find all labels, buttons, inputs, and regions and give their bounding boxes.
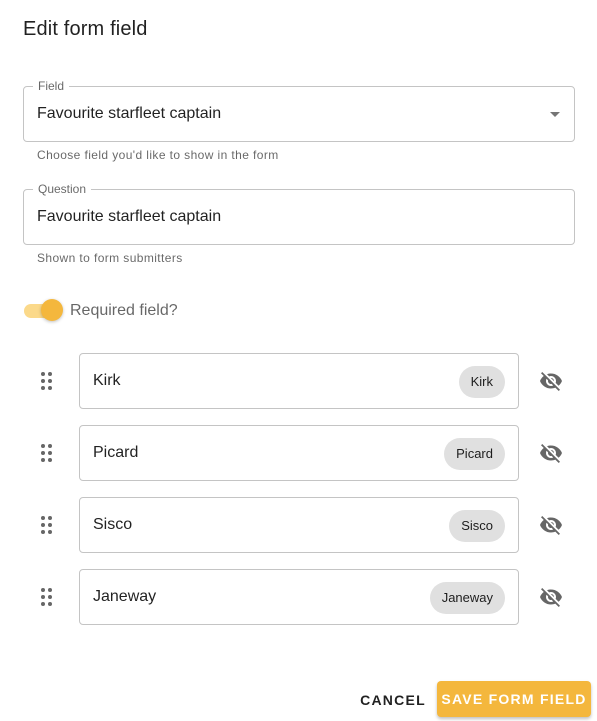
field-select-label: Field bbox=[33, 79, 70, 93]
question-input-label: Question bbox=[33, 182, 92, 196]
option-input[interactable]: Picard Picard bbox=[79, 425, 519, 481]
field-select-value: Favourite starfleet captain bbox=[37, 105, 222, 122]
switch-thumb[interactable] bbox=[41, 299, 63, 321]
eye-off-icon[interactable] bbox=[536, 438, 566, 468]
drag-handle-icon[interactable] bbox=[41, 372, 53, 390]
option-chip: Picard bbox=[444, 438, 505, 470]
option-row: Picard Picard bbox=[0, 425, 597, 481]
eye-off-icon[interactable] bbox=[536, 582, 566, 612]
drag-handle-icon[interactable] bbox=[41, 588, 53, 606]
required-field-switch[interactable] bbox=[24, 299, 63, 321]
option-text: Picard bbox=[93, 444, 139, 461]
question-input-value: Favourite starfleet captain bbox=[37, 208, 222, 225]
field-select[interactable]: Field Favourite starfleet captain bbox=[23, 79, 575, 142]
option-chip: Janeway bbox=[429, 582, 505, 614]
option-text: Sisco bbox=[93, 516, 133, 533]
option-row: Sisco Sisco bbox=[0, 497, 597, 553]
option-row: Kirk Kirk bbox=[0, 353, 597, 409]
field-select-helper: Choose field you'd like to show in the f… bbox=[37, 148, 279, 162]
option-chip: Sisco bbox=[449, 510, 505, 542]
question-input[interactable]: Question Favourite starfleet captain bbox=[23, 182, 575, 245]
question-input-helper: Shown to form submitters bbox=[37, 251, 183, 265]
required-field-switch-row: Required field? bbox=[24, 299, 178, 323]
drag-handle-icon[interactable] bbox=[41, 444, 53, 462]
eye-off-icon[interactable] bbox=[536, 366, 566, 396]
dialog-title: Edit form field bbox=[23, 18, 148, 40]
save-form-field-button[interactable]: SAVE FORM FIELD bbox=[437, 681, 591, 717]
required-field-label: Required field? bbox=[70, 302, 178, 319]
drag-handle-icon[interactable] bbox=[41, 516, 53, 534]
option-text: Kirk bbox=[93, 372, 121, 389]
eye-off-icon[interactable] bbox=[536, 510, 566, 540]
option-text: Janeway bbox=[93, 588, 157, 605]
option-input[interactable]: Janeway Janeway bbox=[79, 569, 519, 625]
option-input[interactable]: Sisco Sisco bbox=[79, 497, 519, 553]
option-row: Janeway Janeway bbox=[0, 569, 597, 625]
cancel-button[interactable]: CANCEL bbox=[358, 682, 428, 718]
option-input[interactable]: Kirk Kirk bbox=[79, 353, 519, 409]
arrow-drop-down-icon[interactable] bbox=[550, 112, 560, 117]
option-chip: Kirk bbox=[458, 366, 505, 398]
